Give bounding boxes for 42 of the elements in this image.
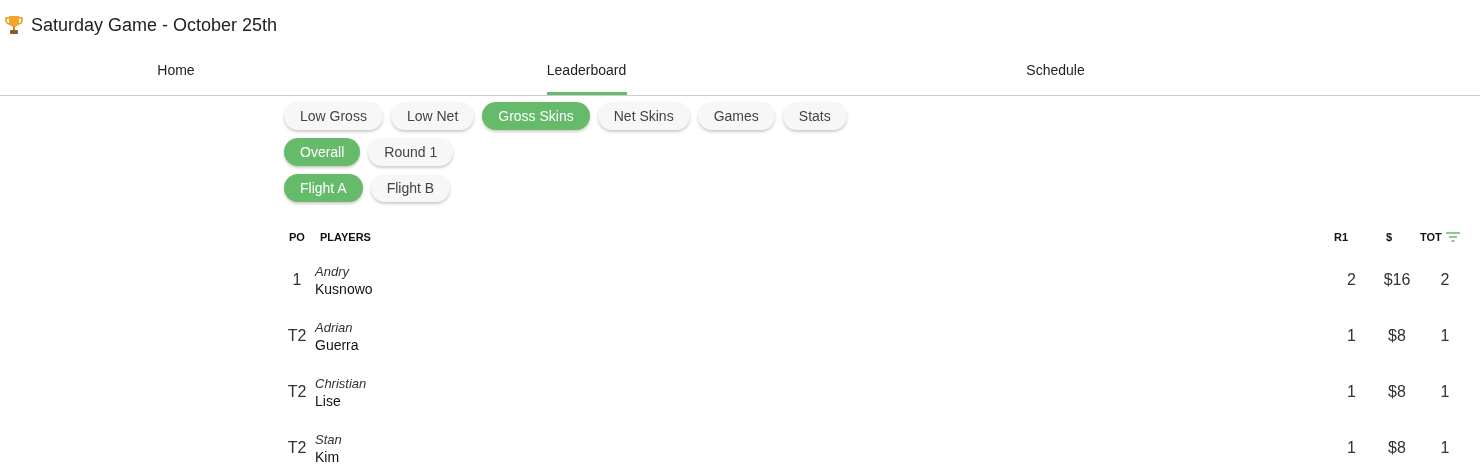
money-cell: $16: [1383, 271, 1411, 289]
column-header[interactable]: $: [1385, 231, 1393, 243]
player-first-name: Stan: [315, 431, 343, 447]
money-cell: $8: [1388, 327, 1406, 345]
sort-icon[interactable]: [1445, 232, 1460, 242]
filter-chip[interactable]: Net Skins: [597, 102, 690, 130]
filter-chip[interactable]: Flight B: [370, 174, 451, 202]
player-first-name: Adrian: [315, 319, 354, 335]
player-last-name: Kim: [315, 448, 341, 465]
column-header[interactable]: PO: [289, 231, 305, 243]
money-cell: $8: [1388, 383, 1406, 401]
column-header[interactable]: TOT: [1420, 231, 1442, 243]
nav-tab[interactable]: Schedule: [1015, 48, 1096, 95]
position-cell: T2: [287, 383, 307, 401]
filter-chip[interactable]: Games: [697, 102, 775, 130]
player-first-name: Christian: [315, 375, 368, 391]
player-last-name: Guerra: [315, 336, 360, 353]
filter-chip[interactable]: Stats: [782, 102, 847, 130]
column-header[interactable]: PLAYERS: [320, 231, 371, 243]
trophy-icon: [4, 14, 24, 36]
score-cell: 1: [1347, 327, 1356, 345]
page-title: Saturday Game - October 25th: [31, 14, 278, 36]
money-cell: $8: [1388, 439, 1406, 457]
filter-chip[interactable]: Low Gross: [284, 102, 383, 130]
filter-chip[interactable]: Low Net: [390, 102, 475, 130]
score-cell: 1: [1347, 383, 1356, 401]
player-last-name: Kusnowo: [315, 280, 374, 297]
total-cell: 2: [1440, 271, 1450, 289]
player-last-name: Lise: [315, 392, 342, 409]
nav-tab[interactable]: Leaderboard: [546, 48, 627, 95]
score-cell: 2: [1347, 271, 1356, 289]
position-cell: T2: [287, 439, 307, 457]
total-cell: 1: [1440, 439, 1450, 457]
position-cell: 1: [292, 271, 302, 289]
filter-chip[interactable]: Round 1: [368, 138, 454, 166]
position-cell: T2: [287, 327, 307, 345]
score-cell: 1: [1347, 439, 1356, 457]
player-first-name: Andry: [315, 263, 351, 279]
nav-tab[interactable]: Home: [136, 48, 216, 95]
total-cell: 1: [1440, 383, 1450, 401]
column-header[interactable]: R1: [1333, 231, 1348, 243]
total-cell: 1: [1440, 327, 1450, 345]
